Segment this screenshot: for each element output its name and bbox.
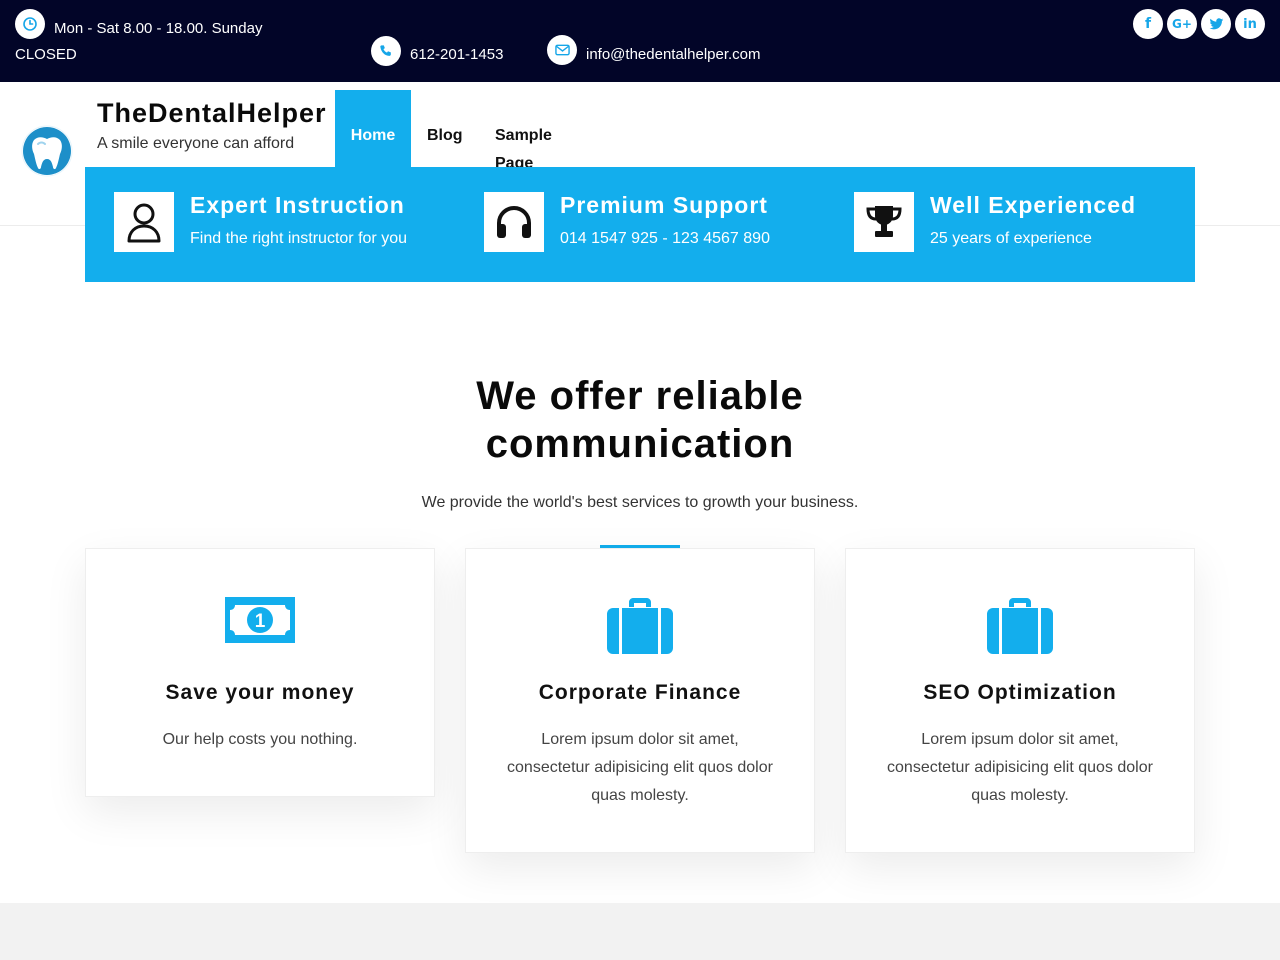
nav-home[interactable]: Home <box>335 90 411 170</box>
section-title: We offer reliable communication <box>0 372 1280 468</box>
user-icon <box>114 192 174 252</box>
card-title: SEO Optimization <box>923 681 1117 704</box>
service-card-seo-optimization: SEO Optimization Lorem ipsum dolor sit a… <box>845 548 1195 853</box>
feature-desc: Find the right instructor for you <box>190 230 407 247</box>
tooth-logo-icon[interactable] <box>20 124 74 178</box>
section-subtitle: We provide the world's best services to … <box>421 494 859 511</box>
opening-hours-closed: CLOSED <box>15 46 77 63</box>
feature-desc: 014 1547 925 - 123 4567 890 <box>560 230 770 247</box>
nav-sample-page-line1: Sample <box>495 127 552 144</box>
money-icon: 1 <box>86 597 434 643</box>
card-title: Corporate Finance <box>538 681 742 704</box>
twitter-icon[interactable] <box>1201 9 1231 39</box>
next-section-band <box>0 903 1280 960</box>
trophy-icon <box>854 192 914 252</box>
feature-title: Well Experienced <box>930 192 1137 218</box>
google-plus-icon[interactable]: G+ <box>1167 9 1197 39</box>
social-links: f G+ in <box>1133 9 1265 39</box>
facebook-icon[interactable]: f <box>1133 9 1163 39</box>
card-desc: Lorem ipsum dolor sit amet, consectetur … <box>507 731 773 804</box>
phone-icon <box>371 36 401 66</box>
service-card-save-money: 1 Save your money Our help costs you not… <box>85 548 435 797</box>
card-title: Save your money <box>165 681 355 704</box>
card-desc: Our help costs you nothing. <box>162 731 358 748</box>
service-card-corporate-finance: Corporate Finance Lorem ipsum dolor sit … <box>465 548 815 853</box>
section-title-line2: communication <box>485 422 795 466</box>
briefcase-icon <box>466 597 814 655</box>
envelope-icon <box>547 35 577 65</box>
clock-icon <box>15 9 45 39</box>
site-tagline: A smile everyone can afford <box>97 135 295 152</box>
opening-hours: Mon - Sat 8.00 - 18.00. Sunday <box>54 20 263 37</box>
feature-title: Expert Instruction <box>190 192 405 218</box>
phone-number[interactable]: 612-201-1453 <box>410 42 503 68</box>
site-title[interactable]: TheDentalHelper <box>97 98 327 129</box>
nav-blog[interactable]: Blog <box>427 122 463 150</box>
headphones-icon <box>484 192 544 252</box>
card-desc: Lorem ipsum dolor sit amet, consectetur … <box>887 731 1153 804</box>
feature-title: Premium Support <box>560 192 768 218</box>
svg-text:1: 1 <box>255 611 266 632</box>
section-title-line1: We offer reliable <box>476 374 804 418</box>
top-info-bar: Mon - Sat 8.00 - 18.00. Sunday CLOSED 61… <box>0 0 1280 82</box>
briefcase-icon <box>846 597 1194 655</box>
feature-desc: 25 years of experience <box>930 230 1092 247</box>
email-address[interactable]: info@thedentalhelper.com <box>586 42 761 68</box>
linkedin-icon[interactable]: in <box>1235 9 1265 39</box>
feature-band: Expert Instruction Find the right instru… <box>85 167 1195 282</box>
